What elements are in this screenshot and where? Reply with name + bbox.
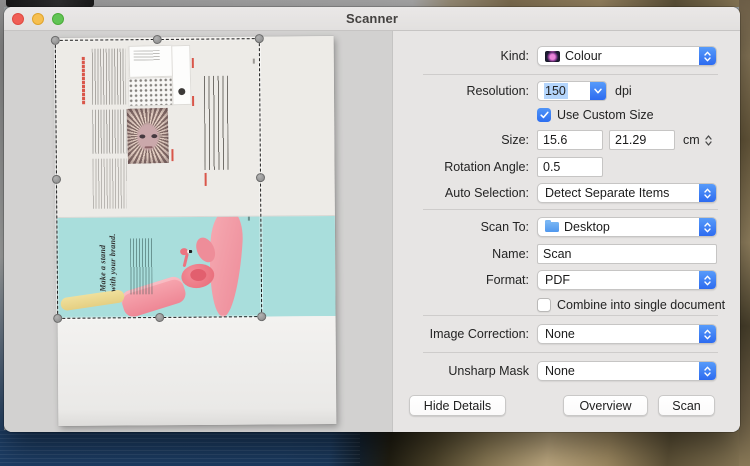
separator (423, 315, 718, 316)
up-down-chevrons-icon (699, 218, 716, 236)
cm-unit-label: cm (683, 133, 700, 147)
selection-handle-top-middle[interactable] (152, 34, 162, 45)
selection-handle-middle-left[interactable] (51, 174, 62, 184)
up-down-chevrons-icon (699, 271, 716, 289)
folder-icon (545, 220, 559, 232)
format-label: Format: (485, 273, 529, 287)
scan-to-popup[interactable]: Desktop (537, 217, 717, 237)
use-custom-size-row: Use Custom Size (537, 105, 654, 125)
name-label: Name: (492, 247, 529, 261)
image-correction-popup[interactable]: None (537, 324, 717, 344)
scan-to-value: Desktop (564, 220, 610, 234)
desktop-ocean-cliff (0, 430, 750, 466)
up-down-chevrons-icon (699, 47, 716, 65)
settings-panel: Kind: Colour Resolution: 150 dpi Use Cus… (393, 31, 740, 432)
image-correction-value: None (545, 327, 575, 341)
auto-selection-value: Detect Separate Items (545, 186, 670, 200)
size-width-field[interactable] (537, 130, 603, 150)
rotation-angle-field[interactable] (537, 157, 603, 177)
resolution-combo[interactable]: 150 (537, 81, 607, 101)
separator (423, 352, 718, 353)
selection-handle-bottom-middle[interactable] (154, 312, 164, 323)
use-custom-size-checkbox[interactable] (537, 108, 551, 122)
dpi-unit-label: dpi (615, 84, 632, 98)
kind-value: Colour (565, 49, 602, 63)
colour-photo-icon (545, 50, 560, 62)
selection-handle-bottom-right[interactable] (257, 312, 267, 322)
hide-details-button[interactable]: Hide Details (409, 395, 506, 416)
up-down-chevrons-icon (699, 362, 716, 380)
unsharp-mask-label: Unsharp Mask (448, 364, 529, 378)
auto-selection-label: Auto Selection: (444, 186, 529, 200)
unsharp-mask-row: Unsharp Mask None (393, 361, 717, 381)
blank-paper-bottom (57, 316, 337, 426)
unit-stepper-icon[interactable] (705, 134, 712, 146)
auto-selection-row: Auto Selection: Detect Separate Items (393, 183, 717, 203)
format-popup[interactable]: PDF (537, 270, 717, 290)
rotation-angle-row: Rotation Angle: (393, 157, 603, 177)
separator (423, 74, 718, 75)
resolution-label: Resolution: (466, 84, 529, 98)
combine-checkbox[interactable] (537, 298, 551, 312)
up-down-chevrons-icon (699, 325, 716, 343)
scan-to-label: Scan To: (480, 220, 529, 234)
kind-row: Kind: Colour (393, 46, 717, 66)
checkmark-icon (539, 111, 549, 119)
scan-preview-pane[interactable]: Make a stand with your brand. (4, 31, 393, 432)
titlebar[interactable]: Scanner (4, 7, 740, 31)
unsharp-mask-popup[interactable]: None (537, 361, 717, 381)
desktop-top-strip (0, 0, 750, 7)
up-down-chevrons-icon (699, 184, 716, 202)
format-row: Format: PDF (393, 270, 717, 290)
combine-label: Combine into single document (557, 298, 726, 312)
kind-label: Kind: (500, 49, 530, 63)
size-row: Size: cm (393, 130, 712, 150)
size-height-field[interactable] (609, 130, 675, 150)
image-correction-row: Image Correction: None (393, 324, 717, 344)
selection-handle-top-left[interactable] (50, 35, 60, 45)
selection-marquee[interactable] (50, 34, 267, 323)
desktop-dark-object (6, 0, 94, 7)
scan-button[interactable]: Scan (658, 395, 715, 416)
resolution-row: Resolution: 150 dpi (393, 81, 632, 101)
format-value: PDF (545, 273, 570, 287)
chevron-down-icon (590, 82, 606, 100)
window-title: Scanner (345, 11, 398, 26)
combine-row: Combine into single document (537, 295, 725, 315)
unsharp-mask-value: None (545, 364, 575, 378)
resolution-value: 150 (544, 83, 568, 99)
scan-to-row: Scan To: Desktop (393, 217, 717, 237)
selection-handle-bottom-left[interactable] (53, 313, 63, 323)
size-label: Size: (501, 133, 529, 147)
kind-popup[interactable]: Colour (537, 46, 717, 66)
selection-handle-top-right[interactable] (254, 34, 264, 44)
selection-handle-middle-right[interactable] (255, 172, 266, 182)
use-custom-size-label: Use Custom Size (557, 108, 654, 122)
name-field[interactable] (537, 244, 717, 264)
image-correction-label: Image Correction: (429, 327, 529, 341)
auto-selection-popup[interactable]: Detect Separate Items (537, 183, 717, 203)
separator (423, 209, 718, 210)
name-row: Name: (393, 244, 717, 264)
overview-button[interactable]: Overview (563, 395, 648, 416)
desktop-right-cliff (739, 0, 750, 466)
scanner-window: Scanner Make a stand with your brand. Ki… (4, 7, 740, 432)
rotation-angle-label: Rotation Angle: (444, 160, 529, 174)
